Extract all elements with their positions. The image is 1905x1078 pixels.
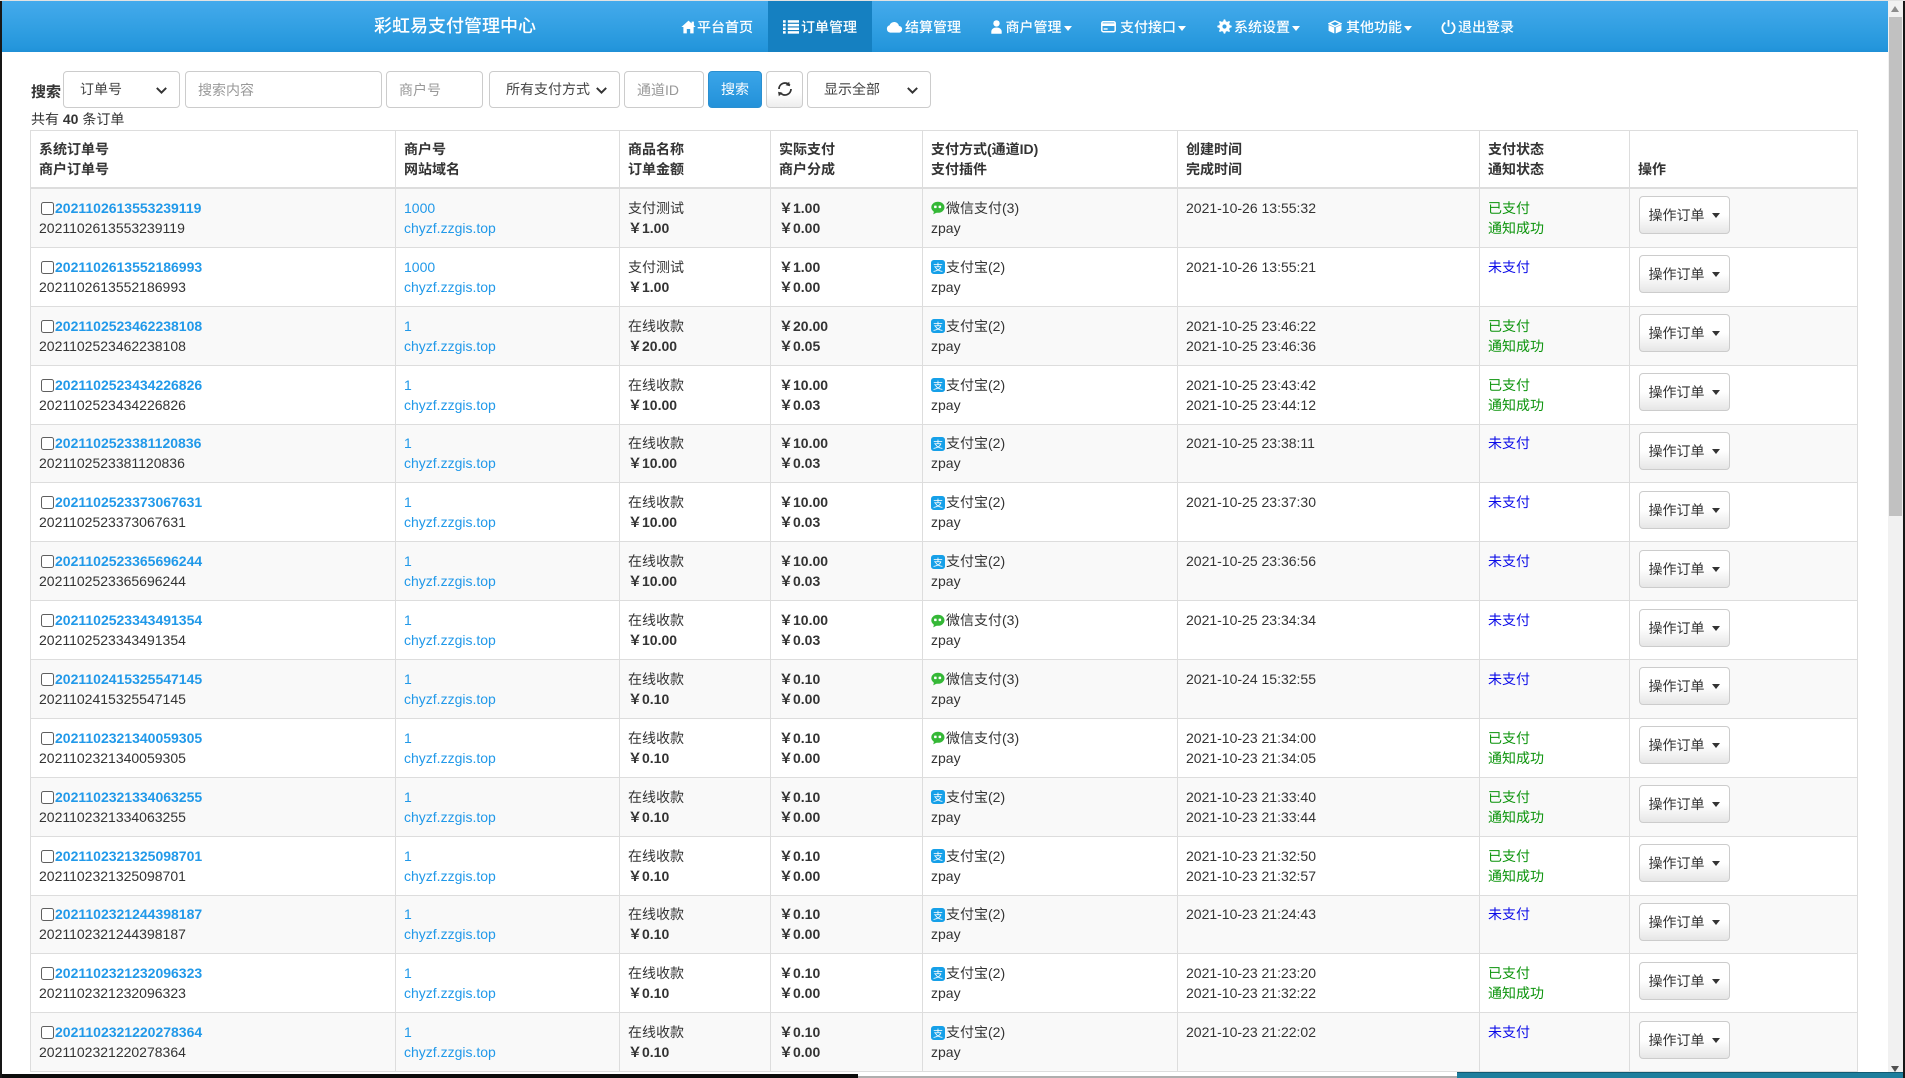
- svg-text:支: 支: [933, 260, 943, 274]
- svg-text:支: 支: [933, 319, 943, 333]
- svg-text:支: 支: [933, 378, 943, 392]
- svg-text:支: 支: [933, 790, 943, 804]
- svg-text:支: 支: [933, 437, 943, 451]
- svg-text:支: 支: [933, 967, 943, 981]
- svg-text:支: 支: [933, 496, 943, 510]
- svg-text:支: 支: [933, 1026, 943, 1040]
- svg-text:支: 支: [933, 849, 943, 863]
- svg-text:支: 支: [933, 555, 943, 569]
- svg-text:支: 支: [933, 908, 943, 922]
